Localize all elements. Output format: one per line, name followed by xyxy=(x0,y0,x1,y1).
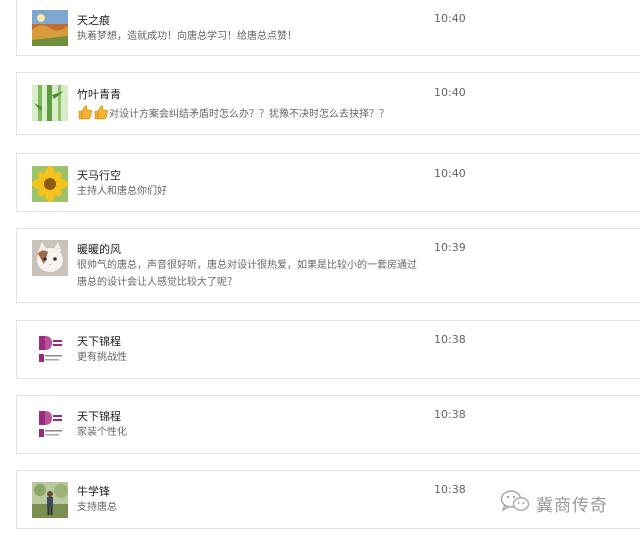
wechat-watermark: 冀商传奇 xyxy=(500,488,608,518)
commenter-name: 竹叶青青 xyxy=(77,88,121,101)
cat-avatar[interactable] xyxy=(32,240,68,276)
commenter-name: 天马行空 xyxy=(77,169,121,182)
comment-text: 主持人和唐总你们好 xyxy=(77,186,167,197)
comment-text: 执着梦想，造就成功！向唐总学习！给唐总点赞！ xyxy=(77,31,297,42)
comment-card: 竹叶青青 10:40 对设计方案会纠结矛盾时怎么办？？犹豫不决时怎么去抉择？？ xyxy=(16,72,640,135)
comment-time: 10:38 xyxy=(434,483,466,496)
brand-logo-avatar[interactable] xyxy=(32,407,68,443)
comment-time: 10:40 xyxy=(434,167,466,180)
comment-card: 天下锦程 10:38 更有挑战性 xyxy=(16,320,640,379)
comment-text-line: 很帅气的唐总，声音很好听，唐总对设计很热爱，如果是比较小的一套房通过 xyxy=(77,260,417,271)
comment-text: 很帅气的唐总，声音很好听，唐总对设计很热爱，如果是比较小的一套房通过 唐总的设计… xyxy=(77,257,447,291)
commenter-name: 天之痕 xyxy=(77,14,110,27)
comment-time: 10:38 xyxy=(434,408,466,421)
comment-card: 暖暖的风 10:39 很帅气的唐总，声音很好听，唐总对设计很热爱，如果是比较小的… xyxy=(16,228,640,303)
comment-time: 10:38 xyxy=(434,333,466,346)
comment-time: 10:40 xyxy=(434,86,466,99)
comment-card: 天马行空 10:40 主持人和唐总你们好 xyxy=(16,153,640,212)
sunflower-avatar[interactable] xyxy=(32,166,68,202)
comment-text-row: 对设计方案会纠结矛盾时怎么办？？犹豫不决时怎么去抉择？？ xyxy=(77,104,437,123)
comment-text: 支持唐总 xyxy=(77,502,117,513)
comment-text: 更有挑战性 xyxy=(77,352,127,363)
wechat-icon xyxy=(500,489,530,518)
comment-time: 10:39 xyxy=(434,241,466,254)
brand-logo-avatar[interactable] xyxy=(32,332,68,368)
landscape-avatar[interactable] xyxy=(32,10,68,46)
outdoor-person-avatar[interactable] xyxy=(32,482,68,518)
thumbs-up-icon xyxy=(93,104,109,120)
commenter-name: 牛学锋 xyxy=(77,485,110,498)
bamboo-avatar[interactable] xyxy=(32,85,68,121)
comment-card: 天之痕 10:40 执着梦想，造就成功！向唐总学习！给唐总点赞！ xyxy=(16,0,640,56)
comment-text: 家装个性化 xyxy=(77,427,127,438)
commenter-name: 天下锦程 xyxy=(77,335,121,348)
comment-card: 天下锦程 10:38 家装个性化 xyxy=(16,395,640,454)
comment-text: 对设计方案会纠结矛盾时怎么办？？犹豫不决时怎么去抉择？？ xyxy=(109,109,389,120)
commenter-name: 天下锦程 xyxy=(77,410,121,423)
watermark-text: 冀商传奇 xyxy=(536,495,608,516)
thumbs-up-icon xyxy=(77,104,93,120)
comment-time: 10:40 xyxy=(434,12,466,25)
comment-text-line: 唐总的设计会让人感觉比较大了呢？ xyxy=(77,277,237,288)
commenter-name: 暖暖的风 xyxy=(77,243,121,256)
